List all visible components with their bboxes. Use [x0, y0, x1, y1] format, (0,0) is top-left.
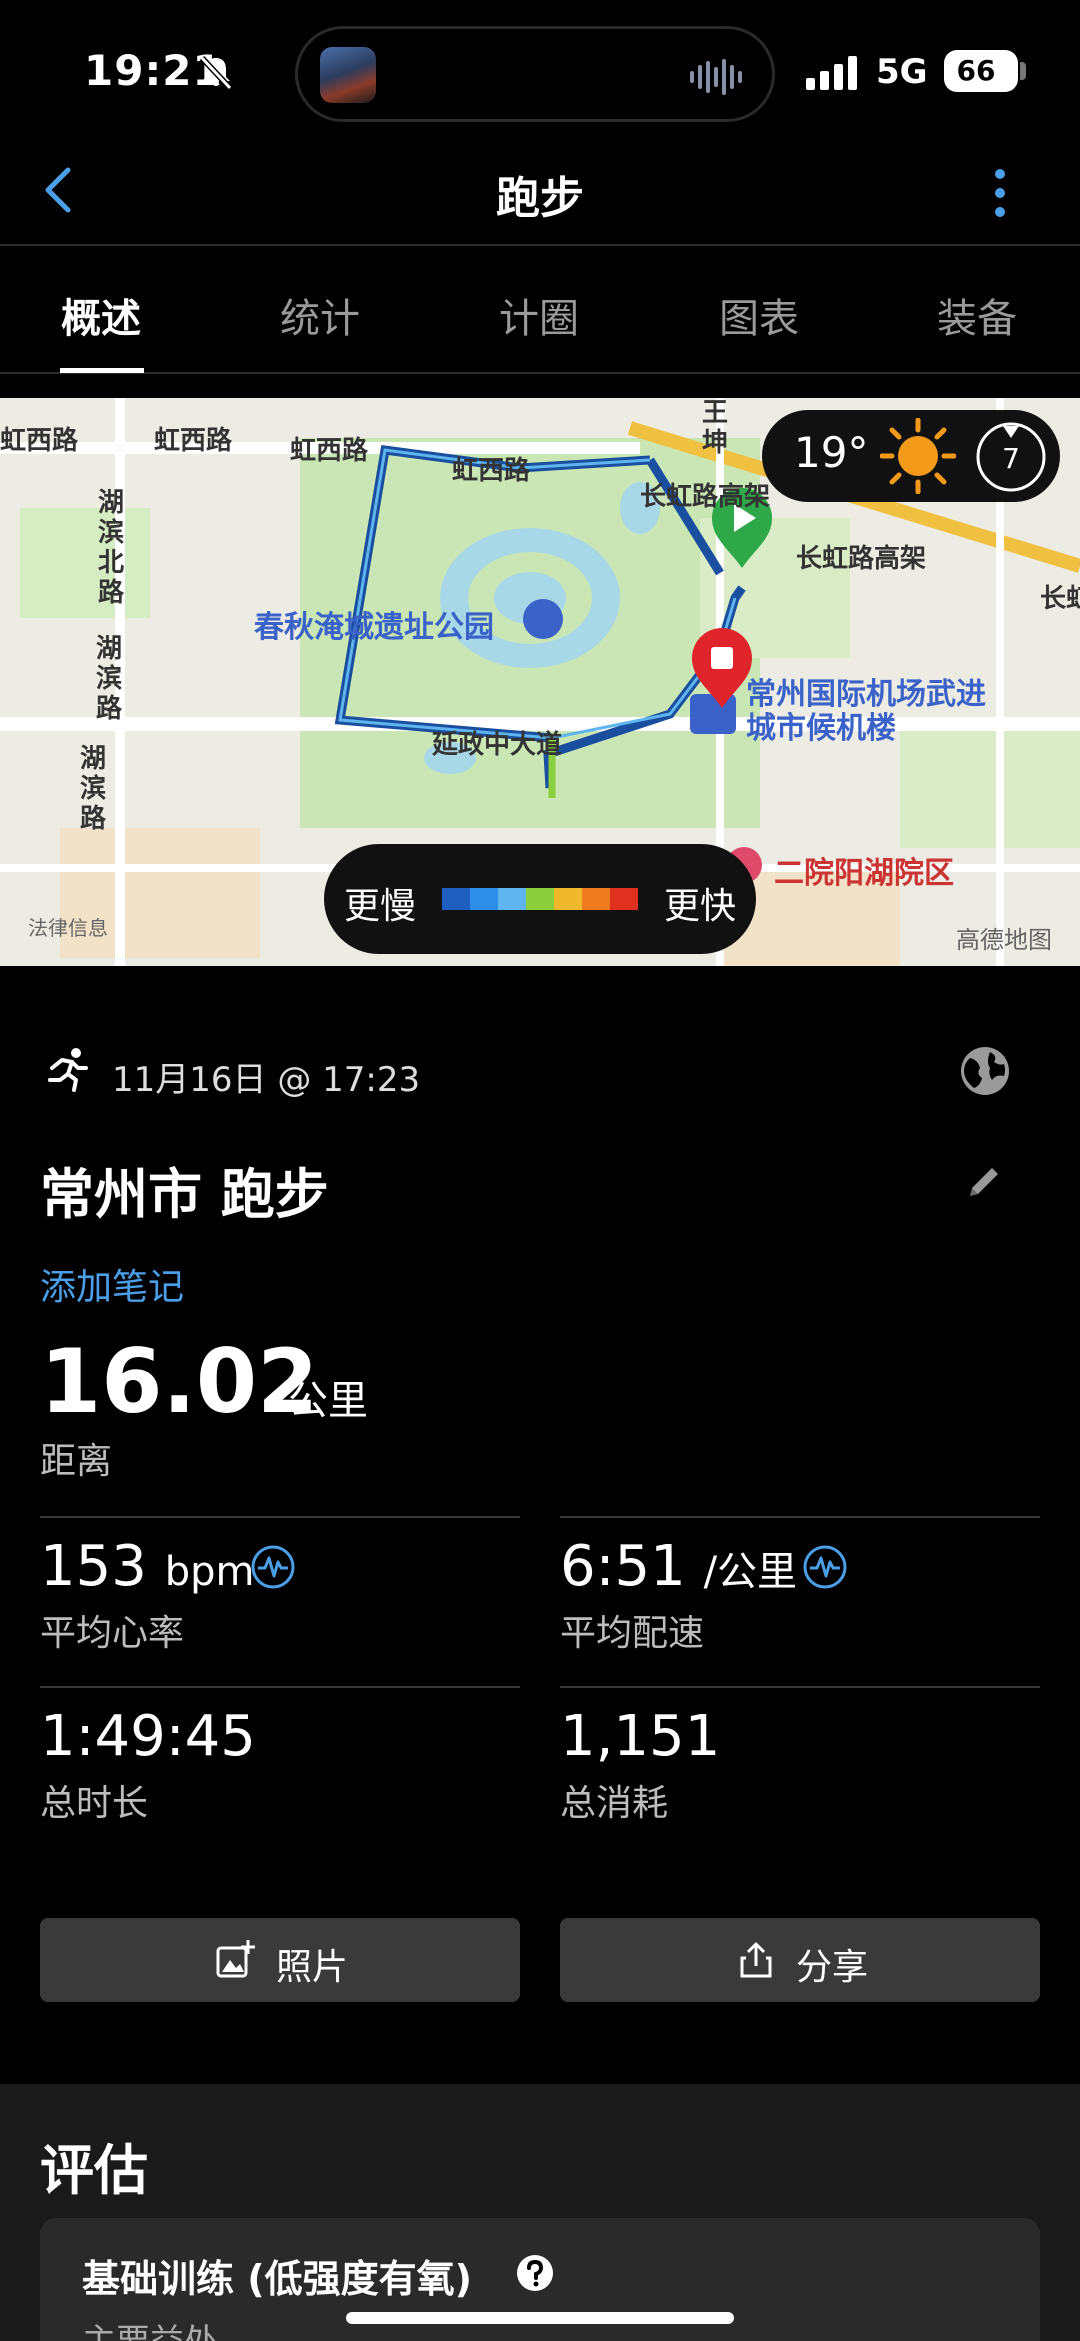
activity-title: 常州市 跑步	[40, 1163, 329, 1226]
edit-pencil-icon[interactable]	[962, 1160, 1006, 1204]
map-attribution: 高德地图	[956, 926, 1052, 954]
cellular-signal-icon	[806, 56, 857, 90]
tab-charts[interactable]: 图表	[684, 286, 834, 344]
battery-cap	[1020, 62, 1026, 80]
audio-waveform-icon	[690, 59, 742, 95]
heart-rate-value: 153	[40, 1534, 147, 1599]
share-button-label: 分享	[796, 1947, 869, 1988]
duration-label: 总时长	[40, 1783, 149, 1824]
map-label-hospital: 二院阳湖院区	[774, 856, 954, 891]
legend-fast-label: 更快	[663, 886, 736, 927]
map-label-hongxi-2: 虹西路	[154, 426, 233, 456]
calories-value: 1,151	[560, 1704, 721, 1769]
divider	[560, 1686, 1040, 1688]
map-label-hongxi-1: 虹西路	[0, 426, 79, 456]
dynamic-island[interactable]	[295, 26, 775, 122]
active-tab-indicator	[60, 368, 144, 373]
pace-color-swatch	[442, 888, 470, 910]
divider	[40, 1516, 520, 1518]
duration-value: 1:49:45	[40, 1704, 256, 1769]
pace-stat: 6:51 /公里	[560, 1534, 797, 1599]
wind-speed: 7	[1002, 442, 1020, 475]
sunny-icon	[880, 418, 956, 494]
heart-rate-chart-icon[interactable]	[250, 1544, 296, 1590]
pace-color-swatch	[498, 888, 526, 910]
tab-stats[interactable]: 统计	[245, 286, 395, 344]
map-label-hongxi-3: 虹西路	[290, 436, 369, 466]
map-label-hubin-north: 湖滨北路	[98, 488, 125, 608]
training-effect-title: 基础训练 (低强度有氧)	[82, 2257, 472, 2301]
share-icon	[740, 1942, 772, 1978]
map-legal-link[interactable]: 法律信息	[28, 912, 108, 941]
network-type: 5G	[876, 52, 928, 92]
map-label-changhong-1: 长虹路高架	[640, 482, 771, 512]
map-label-hongxi-4: 虹西路	[452, 456, 531, 486]
photos-button-label: 照片	[276, 1947, 349, 1988]
page-title: 跑步	[496, 173, 584, 224]
map-label-airport: 常州国际机场武进城市候机楼	[746, 677, 986, 746]
evaluation-section: 评估 基础训练 (低强度有氧) 主要益处	[0, 2084, 1080, 2341]
add-photo-icon	[216, 1940, 255, 1978]
distance-label: 距离	[40, 1441, 113, 1482]
weather-temperature: 19°	[794, 428, 869, 477]
map-label-hubin-2: 湖滨路	[80, 744, 107, 834]
map-label-hubin-1: 湖滨路	[96, 634, 123, 724]
add-note-link[interactable]: 添加笔记	[40, 1258, 184, 1310]
distance-value: 16.02	[40, 1330, 319, 1433]
pace-color-swatch	[582, 888, 610, 910]
pace-color-swatch	[554, 888, 582, 910]
map-label-yanzheng: 延政中大道	[432, 730, 563, 760]
battery-icon: 66	[944, 50, 1018, 92]
pace-legend: 更慢 更快	[324, 844, 756, 954]
evaluation-heading: 评估	[40, 2139, 148, 2202]
help-icon[interactable]	[516, 2254, 554, 2292]
now-playing-artwork	[320, 47, 376, 103]
pace-value: 6:51	[560, 1534, 686, 1599]
status-bar: 19:21 5G 66	[0, 0, 1080, 140]
tab-bar: 概述 统计 计圈 图表 装备	[0, 246, 1080, 374]
nav-header: 跑步	[0, 140, 1080, 246]
distance-unit: 公里	[288, 1378, 368, 1424]
tab-gear[interactable]: 装备	[902, 286, 1052, 344]
map-label-wang: 王坤	[702, 398, 729, 458]
pace-chart-icon[interactable]	[802, 1544, 848, 1590]
map-label-chang-edge: 长虹	[1040, 584, 1080, 614]
bell-muted-icon	[199, 55, 233, 91]
tab-overview[interactable]: 概述	[26, 286, 176, 344]
pace-color-scale	[442, 888, 638, 910]
divider	[560, 1516, 1040, 1518]
training-effect-subtitle: 主要益处	[82, 2314, 218, 2341]
legend-slow-label: 更慢	[344, 886, 417, 927]
heart-rate-stat: 153 bpm	[40, 1534, 254, 1599]
heart-rate-unit: bpm	[164, 1549, 255, 1595]
running-icon	[48, 1048, 88, 1092]
weather-chip: 19° 7	[762, 410, 1060, 502]
pace-color-swatch	[470, 888, 498, 910]
battery-level: 66	[956, 54, 996, 87]
privacy-globe-icon[interactable]	[958, 1044, 1012, 1098]
tab-laps[interactable]: 计圈	[464, 286, 614, 344]
divider	[40, 1686, 520, 1688]
pace-label: 平均配速	[560, 1613, 705, 1654]
pace-color-swatch	[526, 888, 554, 910]
more-vertical-icon[interactable]	[990, 166, 1010, 220]
pace-unit: /公里	[703, 1549, 798, 1595]
heart-rate-label: 平均心率	[40, 1613, 185, 1654]
share-button[interactable]: 分享	[560, 1918, 1040, 2002]
calories-label: 总消耗	[560, 1783, 669, 1824]
map-label-changhong-2: 长虹路高架	[796, 544, 927, 574]
pace-color-swatch	[610, 888, 638, 910]
map-label-park: 春秋淹城遗址公园	[254, 610, 494, 645]
activity-date: 11月16日 @ 17:23	[112, 1060, 421, 1100]
home-indicator	[346, 2312, 734, 2324]
photos-button[interactable]: 照片	[40, 1918, 520, 2002]
